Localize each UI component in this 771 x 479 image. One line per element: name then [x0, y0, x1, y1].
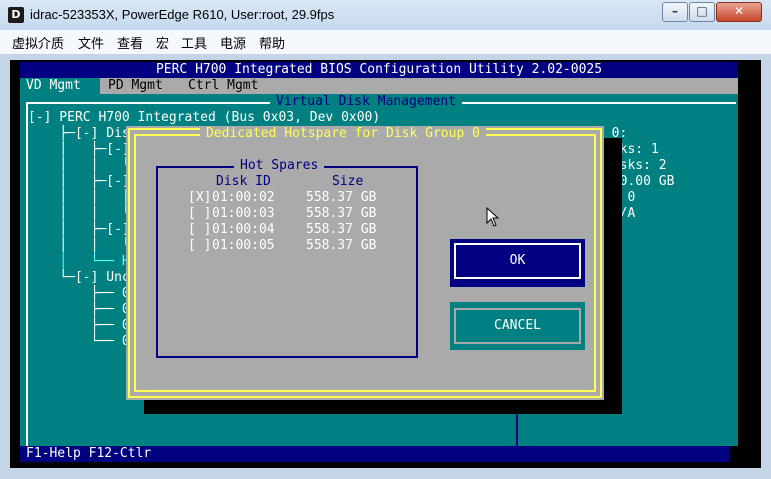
- menu-power[interactable]: 电源: [220, 33, 246, 52]
- app-icon: D: [8, 7, 24, 23]
- hotspare-disk-id[interactable]: 01:00:02: [212, 190, 275, 206]
- tree-unconfigured[interactable]: └─[-] Unco: [28, 270, 137, 286]
- hotspares-title: Hot Spares: [234, 158, 325, 174]
- maximize-button[interactable]: □: [689, 2, 715, 22]
- hotspare-size: 558.37 GB: [306, 190, 377, 205]
- hotspare-size: 558.37 GB: [306, 238, 377, 253]
- bios-header: PERC H700 Integrated BIOS Configuration …: [20, 62, 738, 78]
- hotspare-size: 558.37 GB: [306, 222, 377, 237]
- hotspare-disk-id[interactable]: 01:00:03: [212, 206, 275, 222]
- menu-tools[interactable]: 工具: [181, 33, 207, 52]
- cancel-button[interactable]: CANCEL: [454, 308, 581, 344]
- menubar: [0, 30, 771, 55]
- ok-button[interactable]: OK: [454, 243, 581, 279]
- menu-macro[interactable]: 宏: [156, 33, 169, 52]
- panel-title: Virtual Disk Management: [270, 94, 463, 110]
- hotspare-checkbox[interactable]: [ ]: [188, 238, 211, 254]
- menu-help[interactable]: 帮助: [259, 33, 285, 52]
- tree-root[interactable]: [-] PERC H700 Integrated (Bus 0x03, Dev …: [28, 110, 380, 126]
- menu-view[interactable]: 查看: [117, 33, 143, 52]
- mouse-cursor-icon: [486, 207, 500, 227]
- status-bar: F1-Help F12-Ctlr: [20, 446, 730, 462]
- window-title: idrac-523353X, PowerEdge R610, User:root…: [30, 7, 335, 22]
- hotspare-checkbox[interactable]: [X]: [188, 190, 211, 206]
- menu-virtual-media[interactable]: 虚拟介质: [12, 33, 64, 52]
- tab-ctrl-mgmt[interactable]: Ctrl Mgmt: [188, 78, 258, 94]
- hotspare-checkbox[interactable]: [ ]: [188, 206, 211, 222]
- hotspare-disk-id[interactable]: 01:00:04: [212, 222, 275, 238]
- hotspare-checkbox[interactable]: [ ]: [188, 222, 211, 238]
- tab-pd-mgmt[interactable]: PD Mgmt: [108, 78, 163, 94]
- minimize-button[interactable]: –: [662, 2, 688, 22]
- close-button[interactable]: ✕: [716, 2, 762, 22]
- col-disk-id: Disk ID: [216, 174, 271, 189]
- col-size: Size: [332, 174, 364, 189]
- dialog-title: Dedicated Hotspare for Disk Group 0: [200, 126, 486, 142]
- hotspare-disk-id[interactable]: 01:00:05: [212, 238, 275, 254]
- menu-file[interactable]: 文件: [78, 33, 104, 52]
- tab-vd-mgmt[interactable]: VD Mgmt: [20, 78, 100, 94]
- hotspare-size: 558.37 GB: [306, 206, 377, 221]
- tree-disk-group[interactable]: ├─[-] Disk: [28, 126, 137, 142]
